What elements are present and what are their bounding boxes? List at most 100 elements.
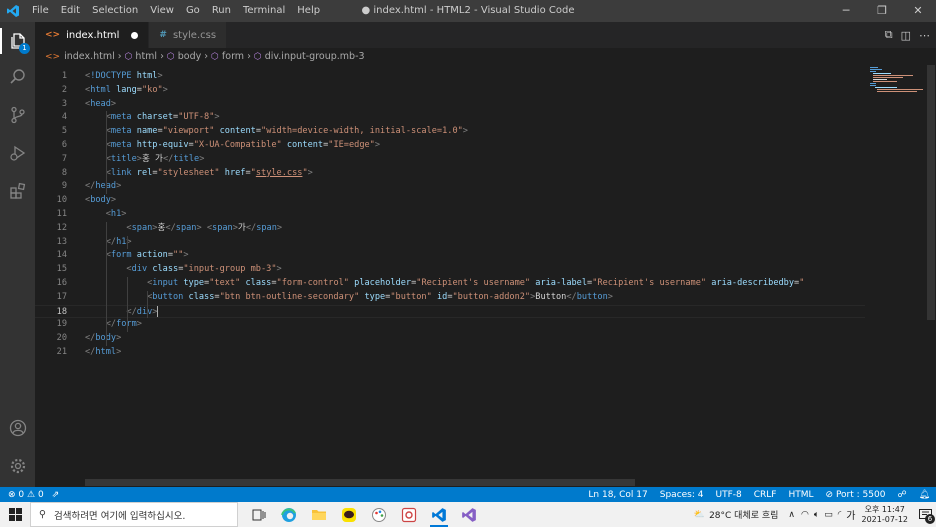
line-number[interactable]: 20	[35, 332, 67, 346]
line-number[interactable]: 9	[35, 180, 67, 194]
line-number[interactable]: 8	[35, 167, 67, 181]
line-number[interactable]: 19	[35, 318, 67, 332]
code-line[interactable]: 13 </h1>	[35, 236, 865, 250]
code-line[interactable]: 9 </head>	[35, 180, 865, 194]
horizontal-scrollbar[interactable]	[85, 478, 865, 487]
extensions-icon[interactable]	[0, 176, 35, 206]
feedback-icon[interactable]: ☍	[897, 490, 906, 500]
menu-terminal[interactable]: Terminal	[237, 0, 291, 22]
network-icon[interactable]: ◠	[801, 510, 809, 520]
notification-center-icon[interactable]: 6	[914, 502, 936, 527]
line-number[interactable]: 13	[35, 236, 67, 250]
visual-studio-icon[interactable]	[454, 502, 484, 527]
breadcrumb-item[interactable]: html	[135, 51, 157, 62]
code-editor[interactable]: 1 <!DOCTYPE html> 2 <html lang="ko"> 3 <head>…	[35, 65, 865, 478]
taskbar-search-input[interactable]: ⚲ 검색하려면 여기에 입력하십시오.	[30, 502, 238, 527]
search-icon[interactable]	[0, 62, 35, 92]
file-explorer-icon[interactable]	[304, 502, 334, 527]
weather-icon[interactable]: ⛅	[694, 510, 705, 520]
breadcrumb-item[interactable]: body	[178, 51, 202, 62]
menu-file[interactable]: File	[26, 0, 55, 22]
line-number[interactable]: 21	[35, 346, 67, 360]
code-line[interactable]: 15 <div class="input-group mb-3">	[35, 263, 865, 277]
menu-edit[interactable]: Edit	[55, 0, 86, 22]
scrollbar-thumb[interactable]	[927, 65, 935, 320]
explorer-icon[interactable]: 1	[0, 26, 35, 56]
encoding[interactable]: UTF-8	[715, 490, 741, 500]
code-line[interactable]: 1 <!DOCTYPE html>	[35, 70, 865, 84]
split-editor-icon[interactable]: ◫	[901, 29, 911, 42]
code-line[interactable]: 5 <meta name="viewport" content="width=d…	[35, 125, 865, 139]
breadcrumb-item[interactable]: index.html	[64, 51, 115, 62]
kakaotalk-icon[interactable]	[334, 502, 364, 527]
line-number[interactable]: 10	[35, 194, 67, 208]
line-number[interactable]: 17	[35, 291, 67, 305]
language-mode[interactable]: HTML	[788, 490, 813, 500]
live-share-icon[interactable]: ⇗	[52, 490, 60, 500]
accounts-icon[interactable]	[0, 413, 35, 443]
task-view-icon[interactable]	[244, 502, 274, 527]
cursor-position[interactable]: Ln 18, Col 17	[588, 490, 647, 500]
minimize-button[interactable]: ─	[828, 0, 864, 22]
manage-icon[interactable]	[0, 451, 35, 481]
vertical-scrollbar[interactable]	[926, 65, 936, 478]
line-number[interactable]: 11	[35, 208, 67, 222]
code-line[interactable]: 19 </form>	[35, 318, 865, 332]
menu-selection[interactable]: Selection	[86, 0, 144, 22]
line-number[interactable]: 1	[35, 70, 67, 84]
battery-icon[interactable]: ▭	[824, 510, 833, 520]
chevron-up-icon[interactable]: ∧	[788, 510, 795, 520]
menu-view[interactable]: View	[144, 0, 180, 22]
line-number[interactable]: 16	[35, 277, 67, 291]
line-number[interactable]: 5	[35, 125, 67, 139]
ime-indicator[interactable]: 가	[846, 507, 855, 522]
line-number[interactable]: 7	[35, 153, 67, 167]
code-line[interactable]: 14 <form action="">	[35, 249, 865, 263]
menu-go[interactable]: Go	[180, 0, 206, 22]
code-line[interactable]: 10 <body>	[35, 194, 865, 208]
code-line[interactable]: 20 </body>	[35, 332, 865, 346]
line-number[interactable]: 3	[35, 98, 67, 112]
open-preview-icon[interactable]: ⧉	[885, 28, 893, 42]
code-line[interactable]: 7 <title>홍 가</title>	[35, 153, 865, 167]
code-line[interactable]: 11 <h1>	[35, 208, 865, 222]
source-control-icon[interactable]	[0, 100, 35, 130]
breadcrumb-item[interactable]: form	[222, 51, 244, 62]
minimap[interactable]	[866, 65, 926, 478]
code-line[interactable]: 17 <button class="btn btn-outline-second…	[35, 291, 865, 305]
code-line[interactable]: 4 <meta charset="UTF-8">	[35, 111, 865, 125]
code-line[interactable]: 3 <head>	[35, 98, 865, 112]
vscode-taskbar-icon[interactable]	[424, 502, 454, 527]
windows-start-icon[interactable]	[0, 502, 30, 527]
line-number[interactable]: 15	[35, 263, 67, 277]
code-line[interactable]: 6 <meta http-equiv="X-UA-Compatible" con…	[35, 139, 865, 153]
unsaved-dot-icon[interactable]	[131, 31, 139, 39]
indentation[interactable]: Spaces: 4	[660, 490, 704, 500]
breadcrumb-item[interactable]: div.input-group.mb-3	[265, 51, 365, 62]
volume-icon[interactable]: 🔈︎	[814, 510, 819, 520]
code-line[interactable]: 16 <input type="text" class="form-contro…	[35, 277, 865, 291]
wifi-icon[interactable]: ◜	[838, 510, 842, 520]
menu-run[interactable]: Run	[206, 0, 237, 22]
tab-style-css[interactable]: # style.css	[149, 22, 228, 48]
line-ending[interactable]: CRLF	[754, 490, 777, 500]
weather-label[interactable]: 28°C 대체로 흐림	[709, 508, 778, 521]
edge-browser-icon[interactable]	[274, 502, 304, 527]
run-debug-icon[interactable]	[0, 138, 35, 168]
line-number[interactable]: 18	[35, 306, 67, 320]
problems-indicator[interactable]: ⊗ 0 ⚠ 0	[8, 490, 44, 500]
code-line[interactable]: 18 </div>	[35, 304, 865, 320]
clock[interactable]: 오후 11:47 2021-07-12	[862, 505, 909, 525]
code-line[interactable]: 21 </html>	[35, 346, 865, 360]
more-actions-icon[interactable]: ⋯	[919, 29, 930, 42]
close-button[interactable]: ✕	[900, 0, 936, 22]
code-line[interactable]: 8 <link rel="stylesheet" href="style.css…	[35, 167, 865, 181]
code-line[interactable]: 12 <span>홍</span> <span>가</span>	[35, 222, 865, 236]
line-number[interactable]: 2	[35, 84, 67, 98]
maximize-button[interactable]: ❐	[864, 0, 900, 22]
code-line[interactable]: 2 <html lang="ko">	[35, 84, 865, 98]
line-number[interactable]: 6	[35, 139, 67, 153]
line-number[interactable]: 14	[35, 249, 67, 263]
line-number[interactable]: 4	[35, 111, 67, 125]
scrollbar-thumb[interactable]	[85, 479, 635, 486]
